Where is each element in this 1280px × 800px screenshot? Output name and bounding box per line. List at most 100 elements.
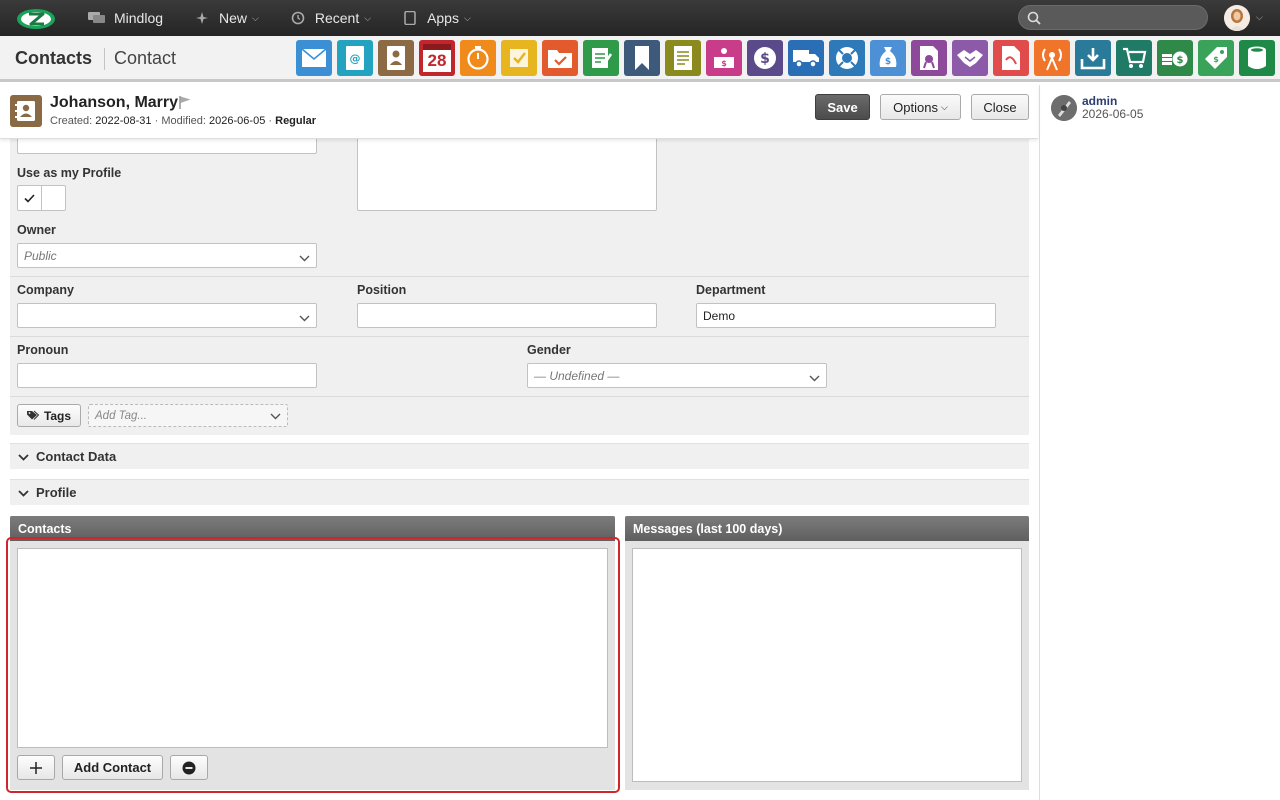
app-reception[interactable]: $ [706,40,742,76]
app-document[interactable] [665,40,701,76]
pronoun-input[interactable] [17,363,317,388]
use-profile-toggle[interactable] [17,185,66,211]
svg-text:$: $ [1177,55,1184,66]
divider [104,48,105,70]
app-support[interactable] [829,40,865,76]
add-icon-button[interactable] [17,755,55,780]
module-subtitle: Contact [114,48,177,68]
app-download[interactable] [1075,40,1111,76]
app-bookmark[interactable] [624,40,660,76]
pronoun-label: Pronoun [17,343,69,357]
app-pdf[interactable] [993,40,1029,76]
app-dollar[interactable]: $ [747,40,783,76]
chevron-down-icon[interactable]: ⌵ [1256,12,1263,23]
gender-select[interactable]: — Undefined — [527,363,827,388]
app-cash[interactable]: $ [1157,40,1193,76]
nav-recent[interactable]: Recent ⌵ [289,10,371,26]
price-tag-icon: $ [1203,45,1229,71]
nav-label: Apps [427,10,459,26]
record-meta: Created: 2022-08-31 · Modified: 2026-06-… [50,115,317,127]
plus-icon [30,761,42,774]
app-stopwatch[interactable] [460,40,496,76]
department-input[interactable]: Demo [696,303,996,328]
nav-apps[interactable]: Apps ⌵ [401,10,471,26]
global-search[interactable] [1018,5,1208,30]
app-certificate[interactable] [911,40,947,76]
support-icon [834,45,860,71]
flag-icon[interactable] [178,95,192,112]
tasks-icon [507,46,531,70]
chevron-down-icon [270,411,281,423]
nav-label: Recent [314,10,360,26]
app-database[interactable] [1239,40,1275,76]
position-input[interactable] [357,303,657,328]
app-folder-check[interactable] [542,40,578,76]
document-icon [672,45,694,71]
nav-mindlog[interactable]: Mindlog [88,10,163,26]
app-calendar[interactable]: 28 [419,40,455,76]
name-field-partial[interactable] [17,137,317,154]
department-label: Department [696,283,766,297]
user-avatar[interactable] [1224,5,1250,31]
save-button[interactable]: Save [815,94,870,120]
notes-textarea[interactable] [357,137,657,211]
module-title[interactable]: Contacts [15,48,92,69]
search-input[interactable] [1019,6,1207,29]
activity-sidebar: admin 2026-06-05 [1039,85,1280,800]
app-logo-icon[interactable] [14,4,58,32]
chevron-down-icon: ⌵ [252,12,259,23]
address-book-icon: @ [344,45,366,71]
options-button[interactable]: Options ⌵ [880,94,961,120]
chevron-down-icon: ⌵ [463,12,471,23]
gender-label: Gender [527,343,571,357]
app-notes[interactable] [583,40,619,76]
sparkle-icon [193,11,211,25]
company-select[interactable] [17,303,317,328]
use-profile-label: Use as my Profile [17,166,122,180]
tag-icon [26,409,40,423]
tablet-icon [401,10,419,26]
app-cart[interactable] [1116,40,1152,76]
section-profile[interactable]: Profile [10,479,1029,505]
chevron-down-icon [809,371,820,385]
nav-new[interactable]: New ⌵ [193,10,259,26]
svg-text:@: @ [350,52,361,65]
activity-user[interactable]: admin [1082,94,1117,108]
download-icon [1080,46,1106,70]
dollar-icon: $ [752,45,778,71]
position-label: Position [357,283,407,297]
add-tag-select[interactable]: Add Tag... [88,404,288,427]
messages-list[interactable] [632,548,1022,782]
messages-panel: Messages (last 100 days) [625,516,1029,790]
divider [10,276,1029,277]
close-button[interactable]: Close [971,94,1029,120]
search-icon [1027,11,1041,28]
contacts-list[interactable] [17,548,608,748]
app-truck[interactable] [788,40,824,76]
app-address-book[interactable]: @ [337,40,373,76]
app-broadcast[interactable] [1034,40,1070,76]
chevron-down-icon: ⌵ [940,101,948,112]
app-price-tag[interactable]: $ [1198,40,1234,76]
app-moneybag[interactable]: $ [870,40,906,76]
add-contact-button[interactable]: Add Contact [62,755,163,780]
calendar-day: 28 [427,51,447,70]
database-icon [1246,45,1268,71]
cash-icon: $ [1161,46,1189,70]
minus-circle-icon [182,761,196,774]
section-contact-data[interactable]: Contact Data [10,443,1029,469]
reception-icon: $ [711,46,737,70]
chevron-down-icon [299,311,310,325]
svg-text:$: $ [721,59,727,68]
contacts-icon [385,45,407,71]
remove-button[interactable] [170,755,208,780]
app-tasks[interactable] [501,40,537,76]
chevron-down-icon [18,449,29,464]
app-contacts[interactable] [378,40,414,76]
app-handshake[interactable] [952,40,988,76]
app-mail[interactable] [296,40,332,76]
tags-button[interactable]: Tags [17,404,81,427]
panel-title: Contacts [10,516,615,541]
svg-text:$: $ [885,57,891,67]
owner-select[interactable]: Public [17,243,317,268]
